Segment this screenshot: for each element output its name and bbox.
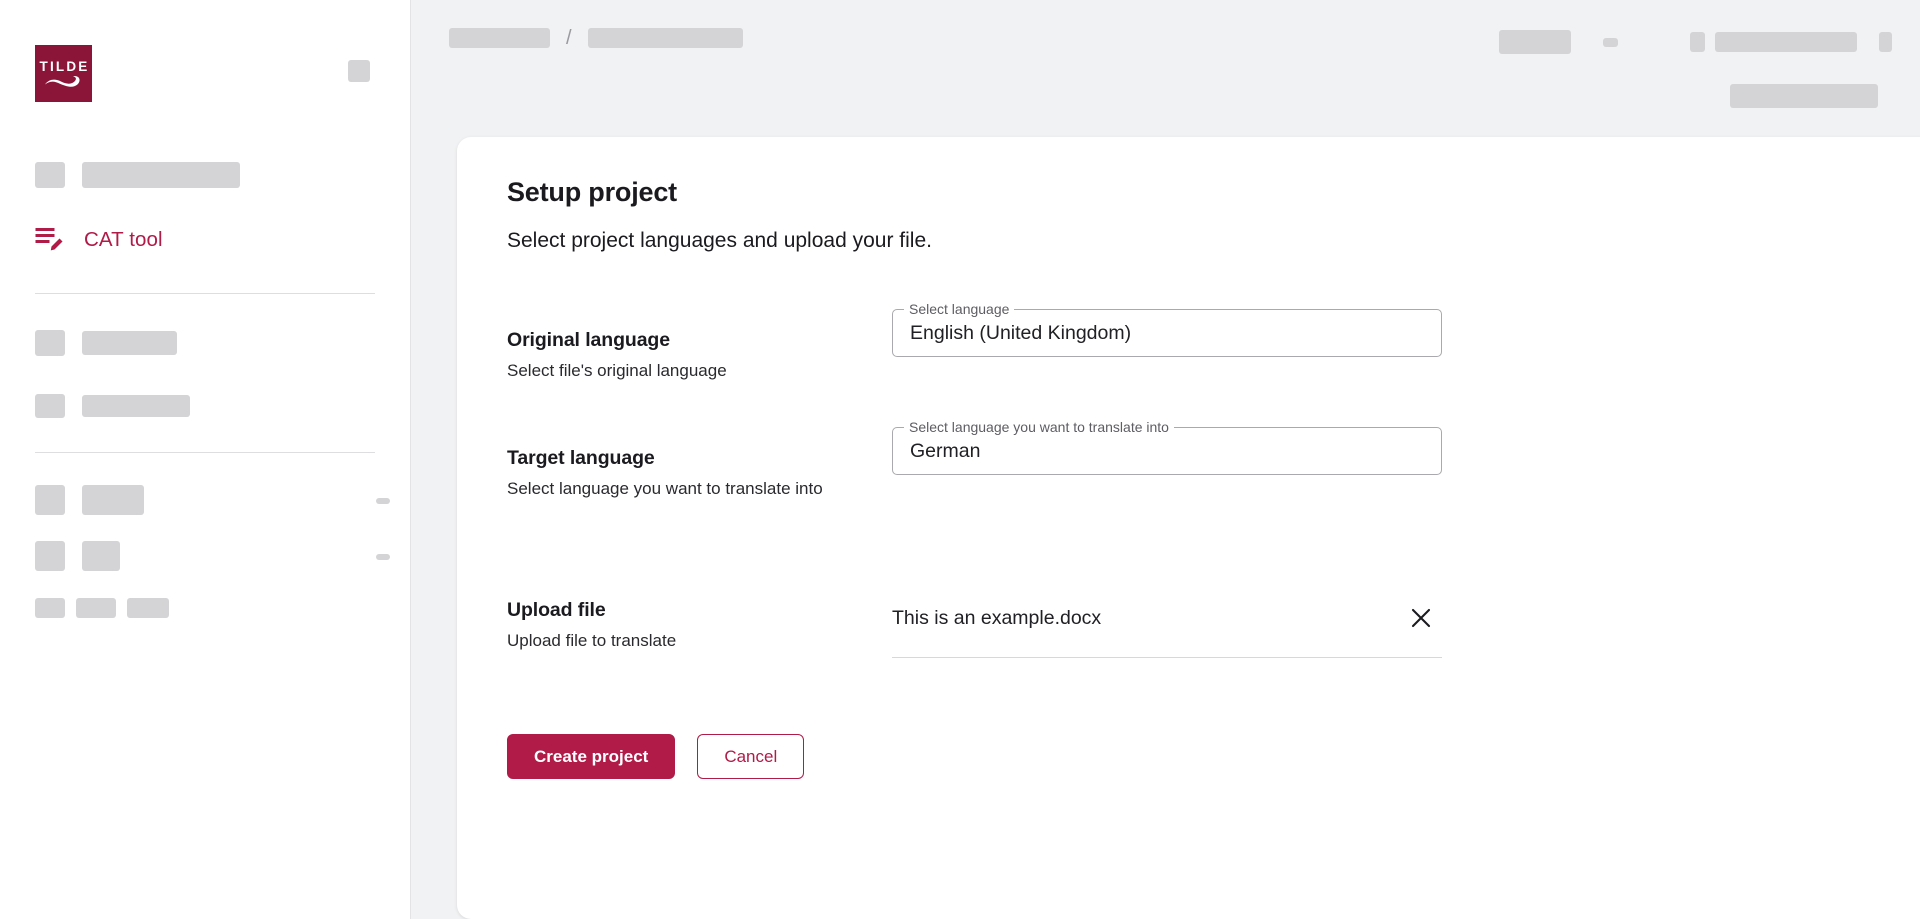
sidebar-icon-placeholder bbox=[35, 330, 65, 356]
sidebar-label-placeholder bbox=[82, 395, 190, 417]
field-original-language-control: Select language English (United Kingdom) bbox=[892, 300, 1442, 358]
sidebar-icon-placeholder bbox=[35, 162, 65, 188]
sidebar-item-placeholder-2[interactable] bbox=[0, 330, 410, 356]
field-target-language-title: Target language bbox=[507, 447, 655, 470]
create-project-button[interactable]: Create project bbox=[507, 734, 676, 780]
breadcrumb-item-placeholder-2[interactable] bbox=[587, 28, 743, 48]
sidebar-collapse-placeholder[interactable] bbox=[348, 60, 370, 82]
field-target-language-description: Select language you want to translate in… bbox=[507, 479, 823, 499]
uploaded-file-control: This is an example.docx bbox=[892, 599, 1442, 659]
sidebar-item-placeholder-4[interactable] bbox=[0, 485, 410, 515]
breadcrumb-item-placeholder-1[interactable] bbox=[449, 28, 550, 48]
topbar-action-placeholder-2[interactable] bbox=[1603, 37, 1618, 47]
original-language-select-value: English (United Kingdom) bbox=[910, 321, 1132, 344]
tilde-wave-icon bbox=[44, 76, 80, 88]
sidebar-item-placeholder-5[interactable] bbox=[0, 541, 410, 571]
topbar-action-placeholder-4[interactable] bbox=[1715, 32, 1857, 52]
tilde-logo-text: TILDE bbox=[39, 58, 90, 74]
breadcrumb[interactable]: / bbox=[449, 28, 743, 48]
page-subtitle: Select project languages and upload your… bbox=[507, 229, 932, 253]
field-upload-file-description: Upload file to translate bbox=[507, 631, 677, 651]
sidebar-icon-placeholder bbox=[35, 541, 65, 571]
sidebar-divider-1 bbox=[35, 293, 375, 294]
sidebar-chevron-placeholder[interactable] bbox=[376, 498, 390, 504]
field-upload-file-title: Upload file bbox=[507, 599, 606, 622]
app-root: TILDE CAT tool / Setup project Select pr… bbox=[0, 0, 1920, 919]
sidebar-item-placeholder-3[interactable] bbox=[0, 394, 410, 418]
uploaded-file-name: This is an example.docx bbox=[892, 606, 1102, 629]
sidebar: TILDE CAT tool bbox=[0, 0, 411, 919]
field-original-language-description: Select file's original language bbox=[507, 361, 727, 381]
sidebar-item-cat-tool[interactable]: CAT tool bbox=[0, 227, 410, 253]
topbar-secondary-placeholder[interactable] bbox=[1730, 84, 1878, 108]
topbar-action-placeholder-1[interactable] bbox=[1499, 30, 1571, 54]
topbar-secondary-row bbox=[1730, 84, 1878, 108]
main-area: / Setup project Select project languages bbox=[411, 0, 1920, 919]
document-edit-icon bbox=[35, 228, 63, 251]
sidebar-footer-chip bbox=[35, 598, 65, 618]
breadcrumb-separator: / bbox=[566, 27, 572, 49]
field-original-language-text: Original language Select file's original… bbox=[507, 309, 892, 381]
sidebar-footer-chip bbox=[76, 598, 116, 618]
topbar-action-placeholder-5[interactable] bbox=[1879, 32, 1892, 52]
topbar-action-placeholder-3[interactable] bbox=[1690, 32, 1705, 52]
topbar: / bbox=[411, 0, 1920, 130]
page-title: Setup project bbox=[507, 177, 677, 207]
sidebar-icon-placeholder bbox=[35, 485, 65, 515]
target-language-select-value: German bbox=[910, 439, 981, 462]
field-upload-file: Upload file Upload file to translate Thi… bbox=[507, 599, 1920, 659]
tilde-logo[interactable]: TILDE bbox=[35, 45, 92, 102]
sidebar-item-cat-tool-label: CAT tool bbox=[84, 228, 163, 251]
sidebar-header: TILDE bbox=[0, 0, 410, 102]
sidebar-chevron-placeholder[interactable] bbox=[376, 554, 390, 560]
field-target-language-text: Target language Select language you want… bbox=[507, 427, 892, 499]
sidebar-label-placeholder bbox=[82, 162, 240, 188]
field-target-language: Target language Select language you want… bbox=[507, 418, 1920, 499]
sidebar-label-placeholder bbox=[82, 541, 120, 571]
form-actions: Create project Cancel bbox=[507, 734, 1920, 780]
sidebar-item-placeholder-1[interactable] bbox=[0, 162, 410, 188]
field-target-language-control: Select language you want to translate in… bbox=[892, 418, 1442, 476]
topbar-right-actions bbox=[1499, 30, 1892, 54]
setup-project-card: Setup project Select project languages a… bbox=[457, 137, 1920, 919]
setup-form: Original language Select file's original… bbox=[507, 300, 1920, 780]
sidebar-footer-chip bbox=[127, 598, 169, 618]
sidebar-divider-2 bbox=[35, 452, 375, 453]
close-icon-glyph bbox=[1411, 608, 1431, 628]
field-original-language: Original language Select file's original… bbox=[507, 300, 1920, 381]
close-icon[interactable] bbox=[1408, 605, 1434, 631]
sidebar-icon-placeholder bbox=[35, 394, 65, 418]
cancel-button[interactable]: Cancel bbox=[697, 734, 805, 780]
sidebar-footer-placeholder[interactable] bbox=[0, 598, 410, 618]
original-language-select[interactable]: Select language English (United Kingdom) bbox=[892, 300, 1442, 358]
sidebar-label-placeholder bbox=[82, 485, 144, 515]
uploaded-file-row: This is an example.docx bbox=[892, 605, 1442, 659]
sidebar-label-placeholder bbox=[82, 331, 177, 355]
field-original-language-title: Original language bbox=[507, 329, 670, 352]
target-language-select[interactable]: Select language you want to translate in… bbox=[892, 418, 1442, 476]
field-upload-file-text: Upload file Upload file to translate bbox=[507, 599, 892, 651]
